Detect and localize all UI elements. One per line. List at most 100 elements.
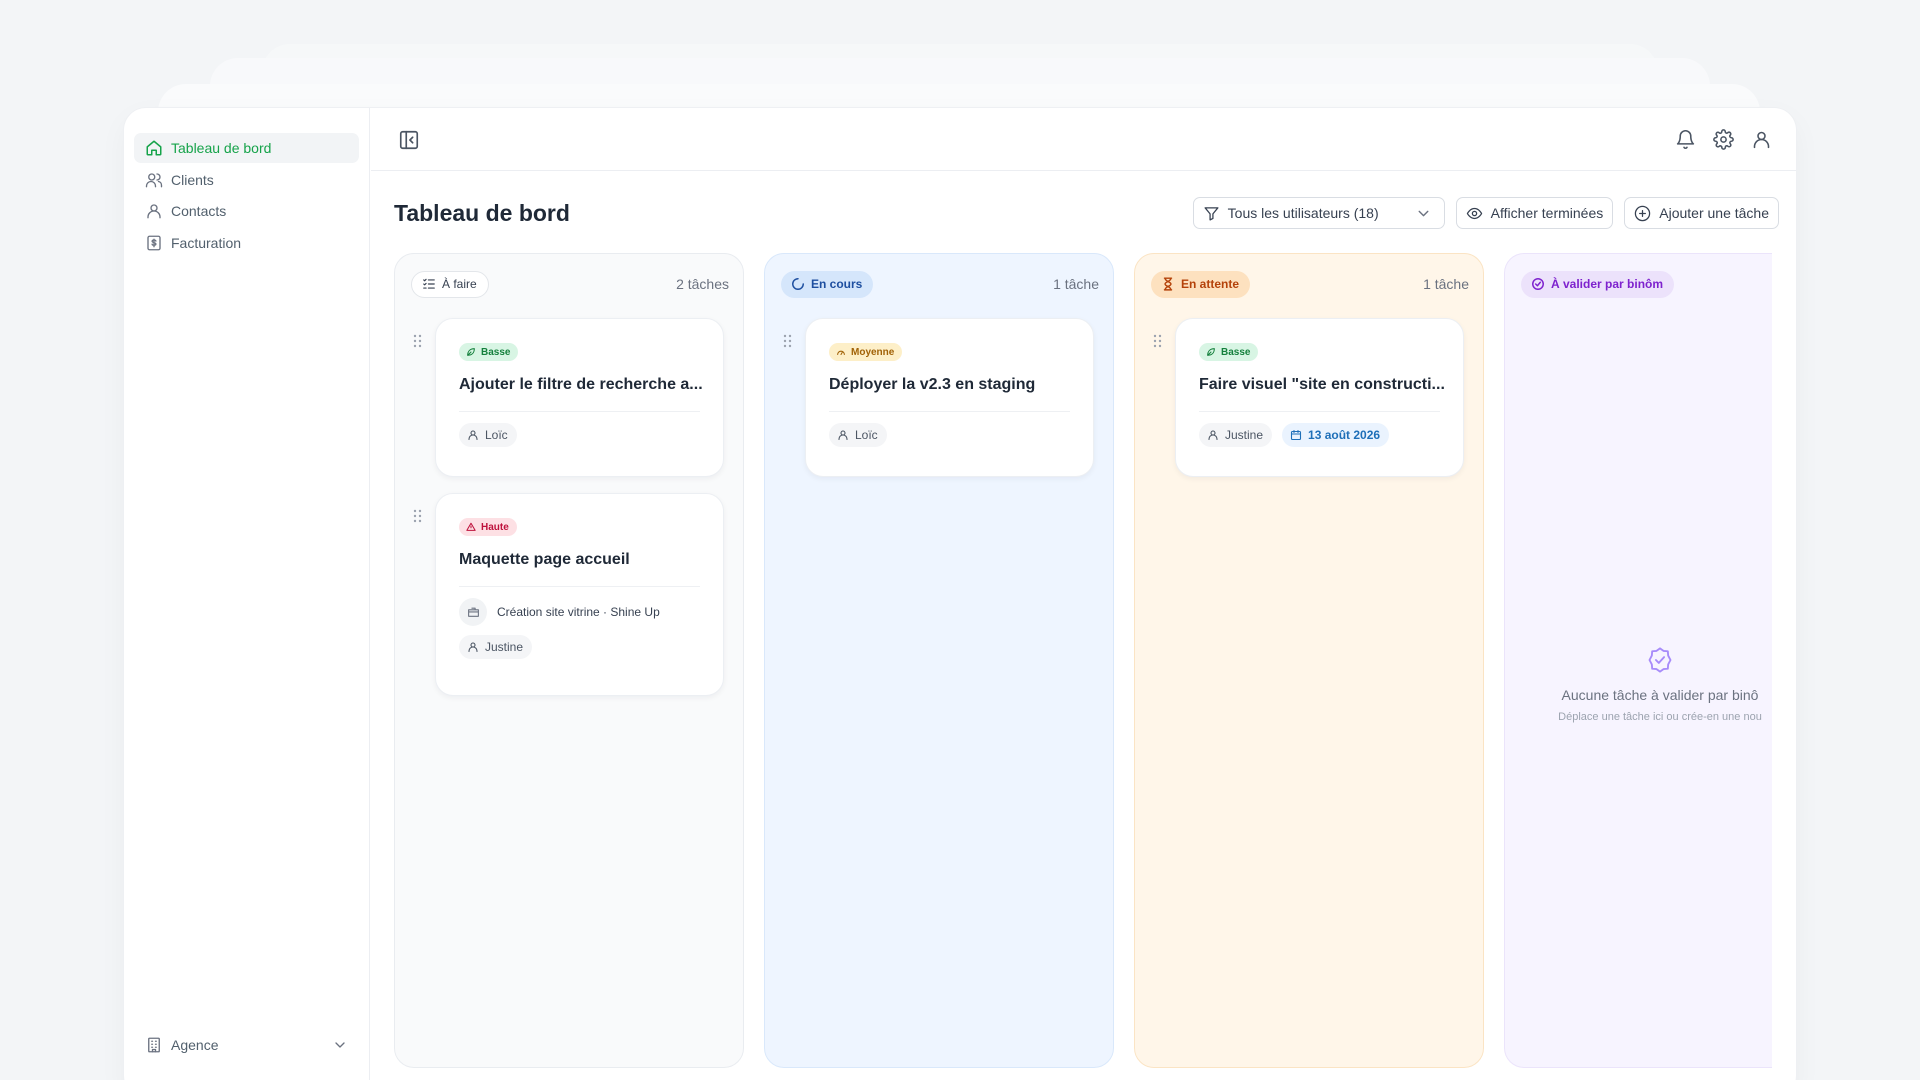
user-filter-select[interactable]: Tous les utilisateurs (18) — [1192, 197, 1445, 229]
leaf-icon — [467, 348, 475, 356]
priority-badge: Basse — [459, 343, 519, 361]
badge-check-icon — [1648, 647, 1672, 673]
column-label: En cours — [811, 277, 863, 291]
task-title: Déployer la v2.3 en staging — [829, 376, 1036, 393]
workspace-label: Agence — [171, 1037, 219, 1053]
assignee-name: Loïc — [485, 428, 508, 442]
user-icon — [468, 430, 478, 441]
gear-icon[interactable] — [1713, 129, 1734, 150]
calendar-icon — [1290, 429, 1302, 441]
column-status-pill: En cours — [781, 270, 874, 298]
column-status-pill: À faire — [411, 270, 489, 298]
column-count: 1 tâche — [1053, 276, 1099, 292]
task-card[interactable]: Haute Maquette page accueil Création sit… — [435, 493, 724, 696]
user-filter-value: Tous les utilisateurs (18) — [1227, 205, 1379, 221]
priority-label: Basse — [481, 346, 511, 358]
drag-handle-icon[interactable] — [783, 334, 793, 348]
user-icon — [838, 430, 848, 441]
priority-badge: Moyenne — [829, 343, 903, 361]
list-checks-icon — [423, 278, 435, 289]
gauge-icon — [837, 350, 845, 356]
drag-handle-icon[interactable] — [1153, 334, 1163, 348]
home-icon — [146, 140, 162, 156]
drag-handle-icon[interactable] — [413, 334, 423, 348]
plus-circle-icon — [1635, 205, 1651, 221]
page-header: Tableau de bord Tous les utilisateurs (1… — [394, 196, 1779, 230]
task-card[interactable]: Basse Ajouter le filtre de recherche a..… — [435, 318, 724, 477]
sidebar: Tableau de bord Clients Contacts Factura… — [124, 108, 370, 1080]
bell-icon[interactable] — [1675, 129, 1696, 150]
column-status-pill: À valider par binôm — [1521, 270, 1675, 298]
project-link[interactable]: Création site vitrine · Shine Up — [459, 598, 700, 626]
user-icon — [1208, 430, 1218, 441]
warning-triangle-icon — [466, 522, 476, 531]
empty-state-subtitle: Déplace une tâche ici ou crée-en une nou — [1558, 711, 1762, 723]
due-date-chip: 13 août 2026 — [1282, 423, 1390, 447]
user-icon — [147, 204, 161, 219]
filter-icon — [1204, 206, 1219, 221]
assignee-name: Loïc — [855, 428, 878, 442]
eye-icon — [1466, 207, 1482, 219]
hourglass-icon — [1163, 277, 1173, 291]
task-card[interactable]: Basse Faire visuel "site en constructi..… — [1175, 318, 1464, 477]
column-waiting: En attente 1 tâche Basse Faire visuel "s… — [1134, 253, 1484, 1068]
priority-label: Moyenne — [851, 346, 895, 358]
project-name: Création site vitrine · Shine Up — [497, 605, 660, 619]
sidebar-item-billing[interactable]: Facturation — [134, 228, 359, 258]
column-todo: À faire 2 tâches Basse Ajouter le filtre… — [394, 253, 744, 1068]
column-label: À valider par binôm — [1551, 277, 1664, 291]
sidebar-toggle-icon[interactable] — [398, 129, 420, 151]
task-title: Maquette page accueil — [459, 551, 630, 568]
assignee-name: Justine — [485, 640, 524, 654]
user-icon[interactable] — [1751, 129, 1772, 150]
assignee-chip: Loïc — [829, 423, 887, 447]
assignee-name: Justine — [1225, 428, 1264, 442]
due-date: 13 août 2026 — [1308, 428, 1381, 442]
topbar — [371, 108, 1796, 171]
workspace-switcher[interactable]: Agence — [134, 1030, 359, 1060]
sidebar-item-label: Contacts — [171, 203, 227, 219]
divider — [829, 411, 1070, 412]
sidebar-item-label: Facturation — [171, 234, 242, 251]
chevron-down-icon — [335, 1042, 345, 1048]
user-icon — [468, 642, 478, 653]
task-card[interactable]: Moyenne Déployer la v2.3 en staging Loïc — [805, 318, 1094, 477]
column-status-pill: En attente — [1151, 270, 1251, 298]
sidebar-item-clients[interactable]: Clients — [134, 165, 359, 195]
users-icon — [145, 172, 163, 187]
check-circle-icon — [1532, 278, 1544, 290]
priority-label: Basse — [1221, 346, 1251, 358]
priority-label: Haute — [481, 521, 509, 533]
sidebar-item-contacts[interactable]: Contacts — [134, 196, 359, 226]
page-title: Tableau de bord — [394, 199, 570, 226]
task-title: Ajouter le filtre de recherche a... — [459, 376, 703, 393]
leaf-icon — [1207, 348, 1215, 356]
priority-badge: Basse — [1199, 343, 1259, 361]
assignee-chip: Justine — [1199, 423, 1273, 447]
add-task-label: Ajouter une tâche — [1659, 205, 1769, 221]
priority-badge: Haute — [459, 518, 517, 536]
task-title: Faire visuel "site en constructi... — [1199, 376, 1445, 393]
divider — [459, 586, 700, 587]
column-in-progress: En cours 1 tâche Moyenne Déployer la v2.… — [764, 253, 1114, 1068]
app-window: Tableau de bord Clients Contacts Factura… — [124, 108, 1796, 1080]
add-task-button[interactable]: Ajouter une tâche — [1624, 197, 1779, 229]
sidebar-item-label: Clients — [171, 171, 214, 188]
folder-icon — [467, 607, 479, 617]
sidebar-item-label: Tableau de bord — [171, 140, 272, 156]
loading-icon — [792, 278, 804, 290]
column-count: 2 tâches — [676, 276, 729, 292]
column-label: En attente — [1181, 277, 1240, 291]
empty-state: Aucune tâche à valider par binô Déplace … — [1525, 646, 1772, 723]
assignee-chip: Loïc — [459, 423, 517, 447]
sidebar-item-dashboard[interactable]: Tableau de bord — [134, 133, 359, 163]
drag-handle-icon[interactable] — [413, 509, 423, 523]
column-count: 1 tâche — [1423, 276, 1469, 292]
receipt-icon — [147, 235, 161, 250]
column-peer-review: À valider par binôm Aucune tâche à valid… — [1504, 253, 1772, 1068]
divider — [459, 411, 700, 412]
kanban-board: À faire 2 tâches Basse Ajouter le filtre… — [394, 253, 1772, 1068]
chevron-down-icon — [1418, 210, 1429, 216]
show-completed-button[interactable]: Afficher terminées — [1455, 197, 1614, 229]
main-content: Tableau de bord Tous les utilisateurs (1… — [371, 108, 1796, 1080]
